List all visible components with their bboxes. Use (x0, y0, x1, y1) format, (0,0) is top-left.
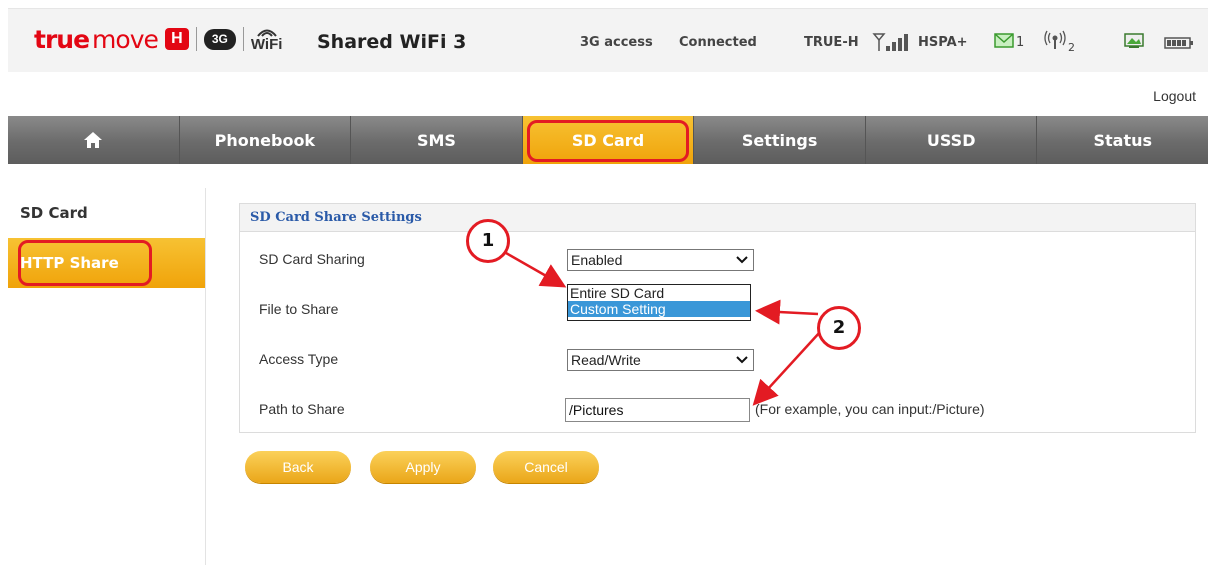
annotation-arrows (505, 251, 821, 406)
annotation-marker-1: 1 (466, 219, 510, 263)
annotation-marker-2: 2 (817, 306, 861, 350)
